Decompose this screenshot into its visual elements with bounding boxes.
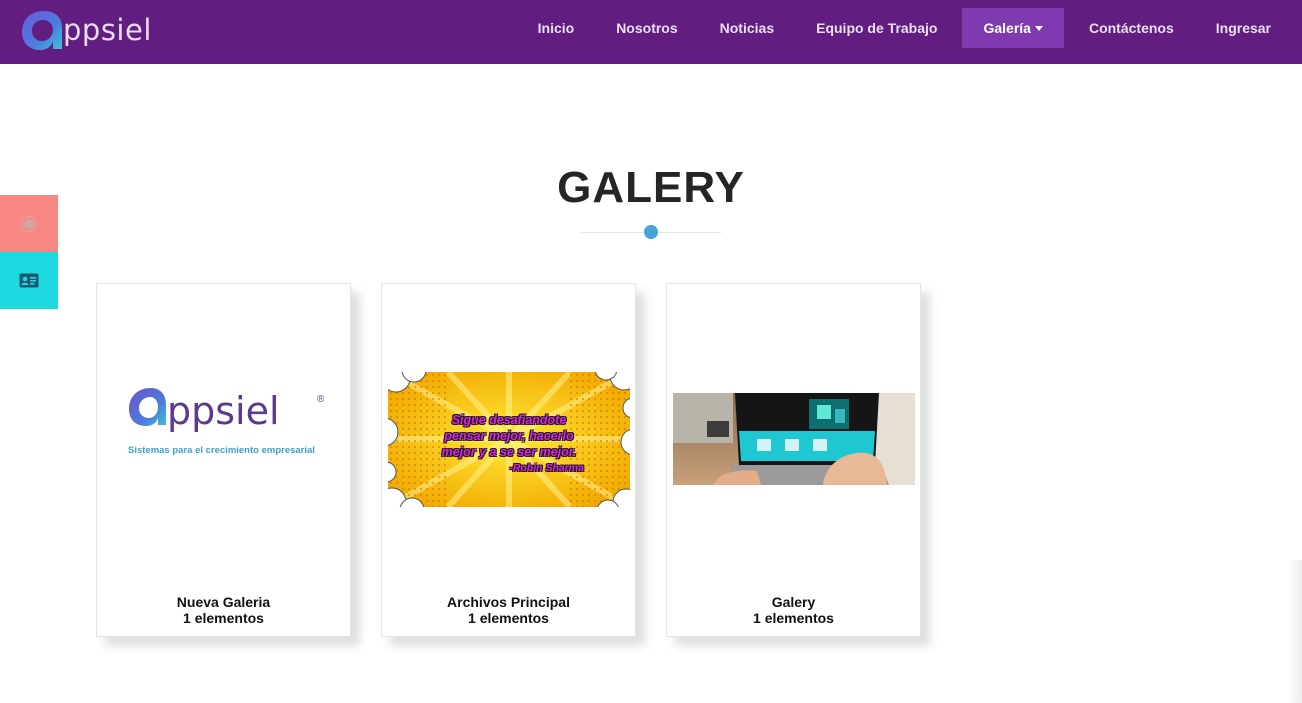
nav-noticias[interactable]: Noticias bbox=[699, 8, 795, 48]
gallery-thumbnail: Sigue desafiandote pensar mejor, hacerlo… bbox=[388, 372, 630, 507]
gallery-card-count: 1 elementos bbox=[183, 610, 264, 626]
gallery-card-title: Nueva Galeria bbox=[176, 594, 271, 610]
gallery-card-count: 1 elementos bbox=[468, 610, 549, 626]
title-divider-right bbox=[659, 232, 721, 233]
gallery-thumbnail bbox=[673, 393, 915, 485]
gallery-card-archivos-principal[interactable]: Sigue desafiandote pensar mejor, hacerlo… bbox=[381, 283, 636, 637]
logo-wordmark: ppsiel bbox=[167, 389, 280, 433]
nav-galeria-dropdown[interactable]: Galería bbox=[962, 8, 1064, 48]
brand-text: ppsiel bbox=[63, 13, 152, 47]
title-divider-dot bbox=[644, 225, 658, 239]
nav-ingresar[interactable]: Ingresar bbox=[1195, 8, 1292, 48]
caret-down-icon bbox=[1034, 26, 1043, 31]
top-navbar: ppsiel Inicio Nosotros Noticias Equipo d… bbox=[0, 0, 1302, 64]
appsiel-logo-icon bbox=[22, 11, 62, 50]
nav-inicio[interactable]: Inicio bbox=[517, 8, 596, 48]
comic-author: -Robin Sharma bbox=[509, 462, 584, 474]
contact-card-icon bbox=[19, 273, 39, 288]
edge-shadow bbox=[1288, 560, 1302, 703]
title-divider-left bbox=[581, 232, 643, 233]
gallery-card-nueva-galeria[interactable]: ppsiel ® Sistemas para el crecimiento em… bbox=[96, 283, 351, 637]
comic-quote: Sigue desafiandote pensar mejor, hacerlo… bbox=[441, 413, 577, 459]
logo-tagline: Sistemas para el crecimiento empresarial bbox=[128, 445, 315, 456]
nav-contactenos[interactable]: Contáctenos bbox=[1068, 8, 1195, 48]
brand-logo[interactable]: ppsiel bbox=[18, 6, 152, 52]
gallery-card-title: Galery bbox=[771, 594, 816, 610]
page-title: GALERY bbox=[557, 163, 745, 212]
nav-galeria-label: Galería bbox=[983, 20, 1031, 36]
gallery-card-count: 1 elementos bbox=[753, 610, 834, 626]
nav-equipo-de-trabajo[interactable]: Equipo de Trabajo bbox=[795, 8, 958, 48]
laptop-photo-image bbox=[673, 393, 915, 485]
circle-icon bbox=[20, 215, 38, 232]
side-button-contact[interactable] bbox=[0, 252, 58, 309]
main-nav: Inicio Nosotros Noticias Equipo de Traba… bbox=[517, 8, 1292, 48]
svg-text:®: ® bbox=[317, 394, 325, 405]
nav-nosotros[interactable]: Nosotros bbox=[595, 8, 698, 48]
gallery-card-galery[interactable]: Galery 1 elementos bbox=[666, 283, 921, 637]
gallery-card-title: Archivos Principal bbox=[447, 594, 570, 610]
